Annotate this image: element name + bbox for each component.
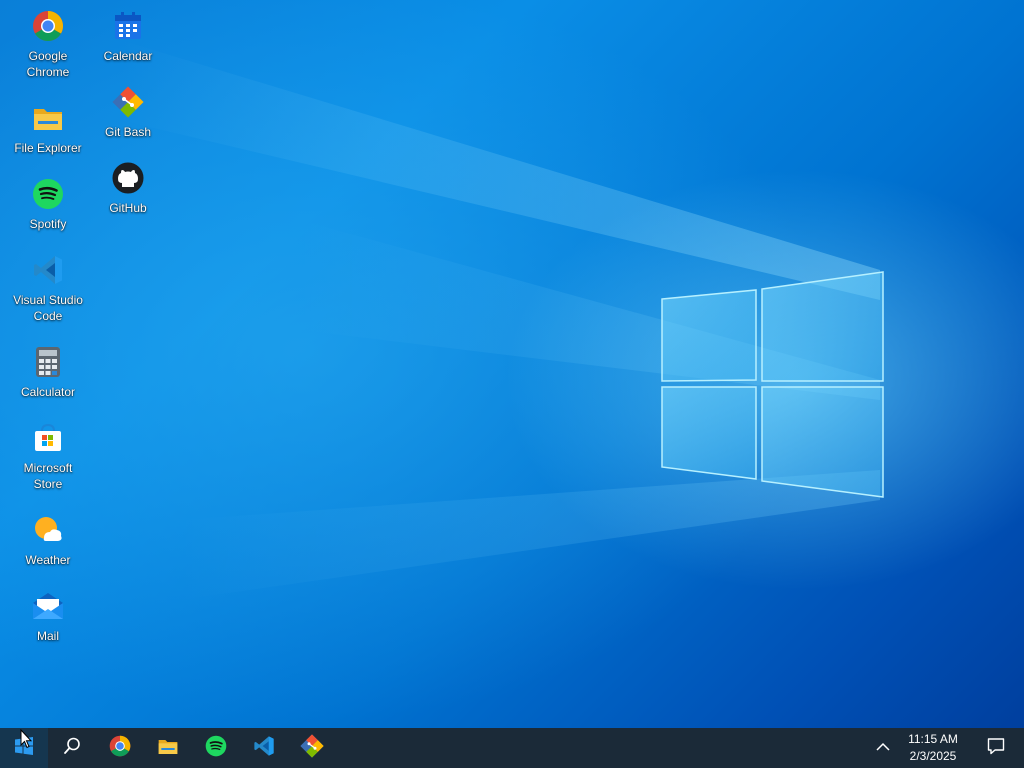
git-bash-icon <box>110 84 146 120</box>
calendar-icon <box>110 8 146 44</box>
taskbar-git-bash[interactable] <box>288 728 336 768</box>
store-icon <box>30 420 66 456</box>
desktop-icon-label: File Explorer <box>14 141 82 155</box>
vscode-icon <box>30 252 66 288</box>
taskbar-chrome[interactable] <box>96 728 144 768</box>
mouse-cursor-icon <box>20 728 33 754</box>
desktop-icon-label: Microsoft Store <box>23 461 73 491</box>
clock[interactable]: 11:15 AM 2/3/2025 <box>898 731 968 765</box>
action-center-button[interactable] <box>968 728 1024 768</box>
desktop-icon-calculator[interactable]: Calculator <box>8 344 88 400</box>
desktop-icon-label: Calculator <box>20 385 76 399</box>
chrome-icon <box>109 735 131 762</box>
git-bash-icon <box>300 733 324 763</box>
desktop-icon-calendar[interactable]: Calendar <box>88 8 168 64</box>
search-icon <box>63 737 81 760</box>
calculator-icon <box>30 344 66 380</box>
desktop-wallpaper: Google Chrome File Explorer Spotify Visu… <box>0 0 1024 728</box>
desktop-icon-label: Weather <box>25 553 71 567</box>
taskbar-file-explorer[interactable] <box>144 728 192 768</box>
chevron-up-icon <box>876 739 890 757</box>
chrome-icon <box>30 8 66 44</box>
desktop-icon-file-explorer[interactable]: File Explorer <box>8 100 88 156</box>
clock-date: 2/3/2025 <box>909 749 957 763</box>
desktop-icon-label: Git Bash <box>104 125 152 139</box>
github-icon <box>110 160 146 196</box>
folder-icon <box>30 100 66 136</box>
taskbar-vscode[interactable] <box>240 728 288 768</box>
desktop-icon-spotify[interactable]: Spotify <box>8 176 88 232</box>
desktop-icon-label: Calendar <box>103 49 153 63</box>
desktop-icon-label: Visual Studio Code <box>13 293 83 323</box>
mail-icon <box>30 588 66 624</box>
folder-icon <box>157 736 179 761</box>
clock-time: 11:15 AM <box>908 732 958 746</box>
desktop-icon-label: Mail <box>36 629 59 643</box>
desktop-icon-label: Spotify <box>29 217 67 231</box>
system-tray: 11:15 AM 2/3/2025 <box>868 728 1024 768</box>
desktop-icon-microsoft-store[interactable]: Microsoft Store <box>8 420 88 492</box>
notification-icon <box>987 737 1005 760</box>
taskbar-spotify[interactable] <box>192 728 240 768</box>
windows-logo-wallpaper <box>661 271 884 498</box>
show-hidden-icons-button[interactable] <box>868 728 898 768</box>
desktop-icon-weather[interactable]: Weather <box>8 512 88 568</box>
desktop-icon-git-bash[interactable]: Git Bash <box>88 84 168 140</box>
spotify-icon <box>30 176 66 212</box>
spotify-icon <box>205 735 227 762</box>
desktop-icon-github[interactable]: GitHub <box>88 160 168 216</box>
desktop-icon-google-chrome[interactable]: Google Chrome <box>8 8 88 80</box>
desktop-icon-label: Google Chrome <box>26 49 70 79</box>
search-button[interactable] <box>48 728 96 768</box>
desktop-icon-mail[interactable]: Mail <box>8 588 88 644</box>
desktop-icon-visual-studio-code[interactable]: Visual Studio Code <box>8 252 88 324</box>
weather-icon <box>30 512 66 548</box>
vscode-icon <box>253 735 275 762</box>
desktop-icon-label: GitHub <box>109 201 147 215</box>
taskbar: 11:15 AM 2/3/2025 <box>0 728 1024 768</box>
